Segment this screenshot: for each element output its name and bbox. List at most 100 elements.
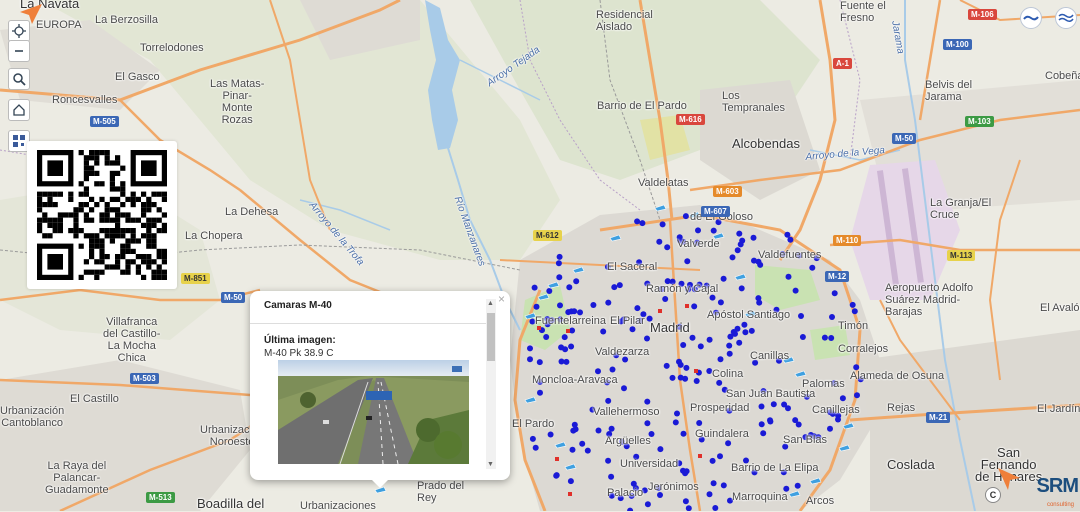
- incident-dot[interactable]: [736, 230, 743, 237]
- alert-marker[interactable]: [566, 329, 570, 333]
- incident-dot[interactable]: [608, 425, 615, 432]
- incident-dot[interactable]: [566, 284, 573, 291]
- incident-dot[interactable]: [683, 364, 690, 371]
- incident-dot[interactable]: [725, 440, 732, 447]
- incident-dot[interactable]: [644, 420, 651, 427]
- search-button[interactable]: [8, 68, 30, 90]
- incident-dot[interactable]: [571, 308, 578, 315]
- incident-dot[interactable]: [792, 287, 799, 294]
- incident-dot[interactable]: [854, 392, 860, 399]
- incident-dot[interactable]: [629, 326, 636, 333]
- incident-dot[interactable]: [573, 278, 580, 285]
- incident-dot[interactable]: [556, 253, 563, 260]
- incident-dot[interactable]: [639, 220, 646, 227]
- incident-dot[interactable]: [750, 234, 757, 241]
- incident-dot[interactable]: [558, 358, 565, 365]
- incident-dot[interactable]: [742, 329, 749, 336]
- incident-dot[interactable]: [799, 334, 806, 340]
- incident-dot[interactable]: [738, 285, 745, 292]
- incident-dot[interactable]: [536, 359, 543, 366]
- incident-dot[interactable]: [695, 227, 701, 234]
- incident-dot[interactable]: [527, 345, 533, 352]
- alert-marker[interactable]: [685, 304, 689, 308]
- popup-close-button[interactable]: ×: [498, 292, 505, 306]
- incident-dot[interactable]: [532, 444, 539, 451]
- incident-dot[interactable]: [590, 302, 597, 308]
- incident-dot[interactable]: [531, 284, 538, 291]
- incident-dot[interactable]: [696, 420, 703, 426]
- incident-dot[interactable]: [710, 227, 717, 234]
- incident-dot[interactable]: [706, 336, 713, 343]
- scroll-thumb[interactable]: [487, 313, 495, 361]
- incident-dot[interactable]: [659, 221, 666, 228]
- alert-marker[interactable]: [698, 454, 702, 458]
- incident-dot[interactable]: [674, 410, 680, 417]
- incident-dot[interactable]: [712, 505, 719, 511]
- incident-dot[interactable]: [720, 275, 727, 282]
- incident-dot[interactable]: [567, 478, 574, 485]
- incident-dot[interactable]: [579, 440, 586, 447]
- incident-dot[interactable]: [729, 254, 736, 261]
- incident-dot[interactable]: [737, 241, 744, 248]
- zoom-out-button[interactable]: [8, 40, 30, 62]
- alert-marker[interactable]: [568, 492, 572, 496]
- incident-dot[interactable]: [527, 356, 533, 363]
- incident-dot[interactable]: [555, 260, 562, 267]
- incident-dot[interactable]: [717, 299, 724, 306]
- scroll-up-arrow[interactable]: ▲: [487, 300, 494, 307]
- incident-dot[interactable]: [809, 264, 816, 271]
- scroll-down-arrow[interactable]: ▼: [487, 461, 494, 468]
- incident-dot[interactable]: [682, 213, 689, 220]
- incident-dot[interactable]: [717, 356, 724, 363]
- incident-dot[interactable]: [685, 505, 692, 511]
- incident-dot[interactable]: [849, 301, 856, 308]
- incident-dot[interactable]: [676, 358, 682, 365]
- incident-dot[interactable]: [561, 334, 568, 341]
- incident-dot[interactable]: [758, 421, 765, 428]
- incident-dot[interactable]: [683, 468, 690, 475]
- incident-dot[interactable]: [734, 325, 741, 332]
- incident-dot[interactable]: [657, 446, 664, 453]
- incident-dot[interactable]: [693, 378, 700, 384]
- incident-dot[interactable]: [682, 498, 689, 505]
- incident-dot[interactable]: [609, 366, 616, 373]
- incident-dot[interactable]: [664, 244, 671, 251]
- incident-dot[interactable]: [529, 435, 536, 442]
- incident-dot[interactable]: [781, 401, 788, 408]
- layer-button-1[interactable]: [1020, 7, 1042, 29]
- incident-dot[interactable]: [656, 238, 663, 245]
- incident-dot[interactable]: [734, 247, 741, 254]
- incident-dot[interactable]: [611, 284, 618, 291]
- incident-dot[interactable]: [546, 288, 553, 294]
- incident-dot[interactable]: [851, 308, 858, 315]
- alert-marker[interactable]: [694, 369, 698, 373]
- incident-dot[interactable]: [621, 385, 627, 392]
- incident-dot[interactable]: [726, 350, 733, 357]
- incident-dot[interactable]: [680, 342, 687, 348]
- incident-dot[interactable]: [558, 344, 565, 351]
- incident-dot[interactable]: [584, 447, 591, 454]
- incident-dot[interactable]: [568, 343, 575, 350]
- incident-dot[interactable]: [669, 374, 676, 381]
- incident-dot[interactable]: [547, 431, 554, 438]
- incident-dot[interactable]: [677, 374, 684, 381]
- incident-dot[interactable]: [680, 430, 687, 437]
- incident-dot[interactable]: [533, 303, 540, 310]
- incident-dot[interactable]: [689, 334, 696, 341]
- incident-dot[interactable]: [757, 261, 764, 268]
- incident-dot[interactable]: [644, 398, 651, 405]
- camera-popup[interactable]: Camaras M-40 × Última imagen: M-40 Pk 38…: [250, 291, 510, 488]
- incident-dot[interactable]: [553, 472, 560, 479]
- incident-dot[interactable]: [634, 305, 641, 312]
- incident-dot[interactable]: [571, 421, 578, 428]
- incident-dot[interactable]: [605, 457, 612, 464]
- incident-dot[interactable]: [770, 401, 777, 408]
- home-button[interactable]: [8, 99, 30, 121]
- incident-dot[interactable]: [595, 427, 602, 434]
- incident-dot[interactable]: [751, 257, 757, 264]
- incident-dot[interactable]: [663, 362, 670, 369]
- alert-marker[interactable]: [658, 309, 662, 313]
- incident-dot[interactable]: [662, 296, 669, 302]
- incident-dot[interactable]: [608, 473, 615, 480]
- incident-dot[interactable]: [543, 334, 550, 340]
